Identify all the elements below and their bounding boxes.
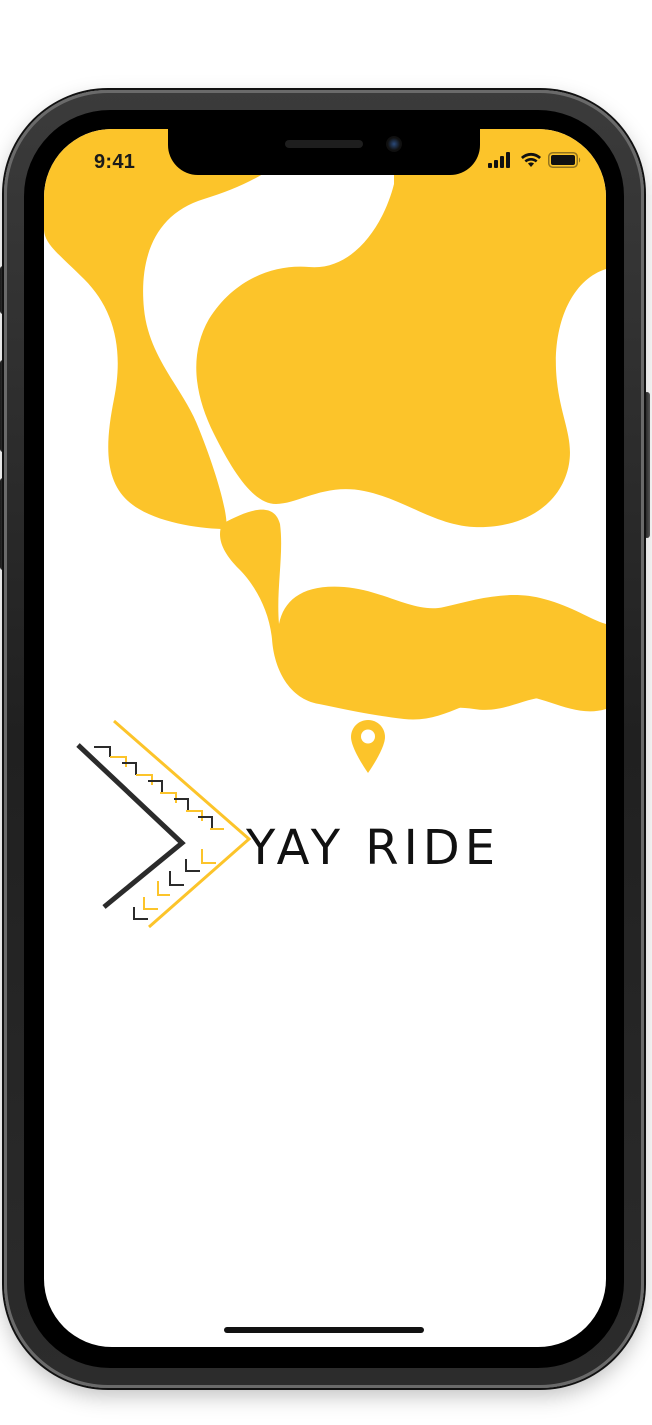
brand-name: YAY RIDE: [246, 820, 501, 876]
chevron-stripes-graphic: [76, 719, 252, 929]
earpiece-speaker: [285, 140, 363, 148]
front-camera: [386, 136, 402, 152]
cellular-signal-icon: [488, 152, 510, 168]
status-icons: [488, 150, 582, 170]
power-button: [644, 392, 650, 538]
lower-chevron-marks: [133, 849, 216, 920]
device-mockup: 9:41 YAY RIDE: [0, 0, 652, 1425]
location-pin-icon: [351, 720, 385, 773]
app-screen: 9:41 YAY RIDE: [44, 129, 606, 1347]
yay-ride-logo: YAY RIDE: [74, 719, 544, 939]
dark-chevron: [76, 743, 186, 909]
status-time: 9:41: [94, 151, 136, 173]
home-indicator[interactable]: [224, 1327, 424, 1333]
yellow-chevron-outline: [113, 719, 252, 929]
blob-top-right: [196, 129, 606, 528]
camera-notch: [168, 129, 480, 175]
battery-icon: [548, 152, 581, 168]
wifi-icon: [521, 152, 541, 167]
